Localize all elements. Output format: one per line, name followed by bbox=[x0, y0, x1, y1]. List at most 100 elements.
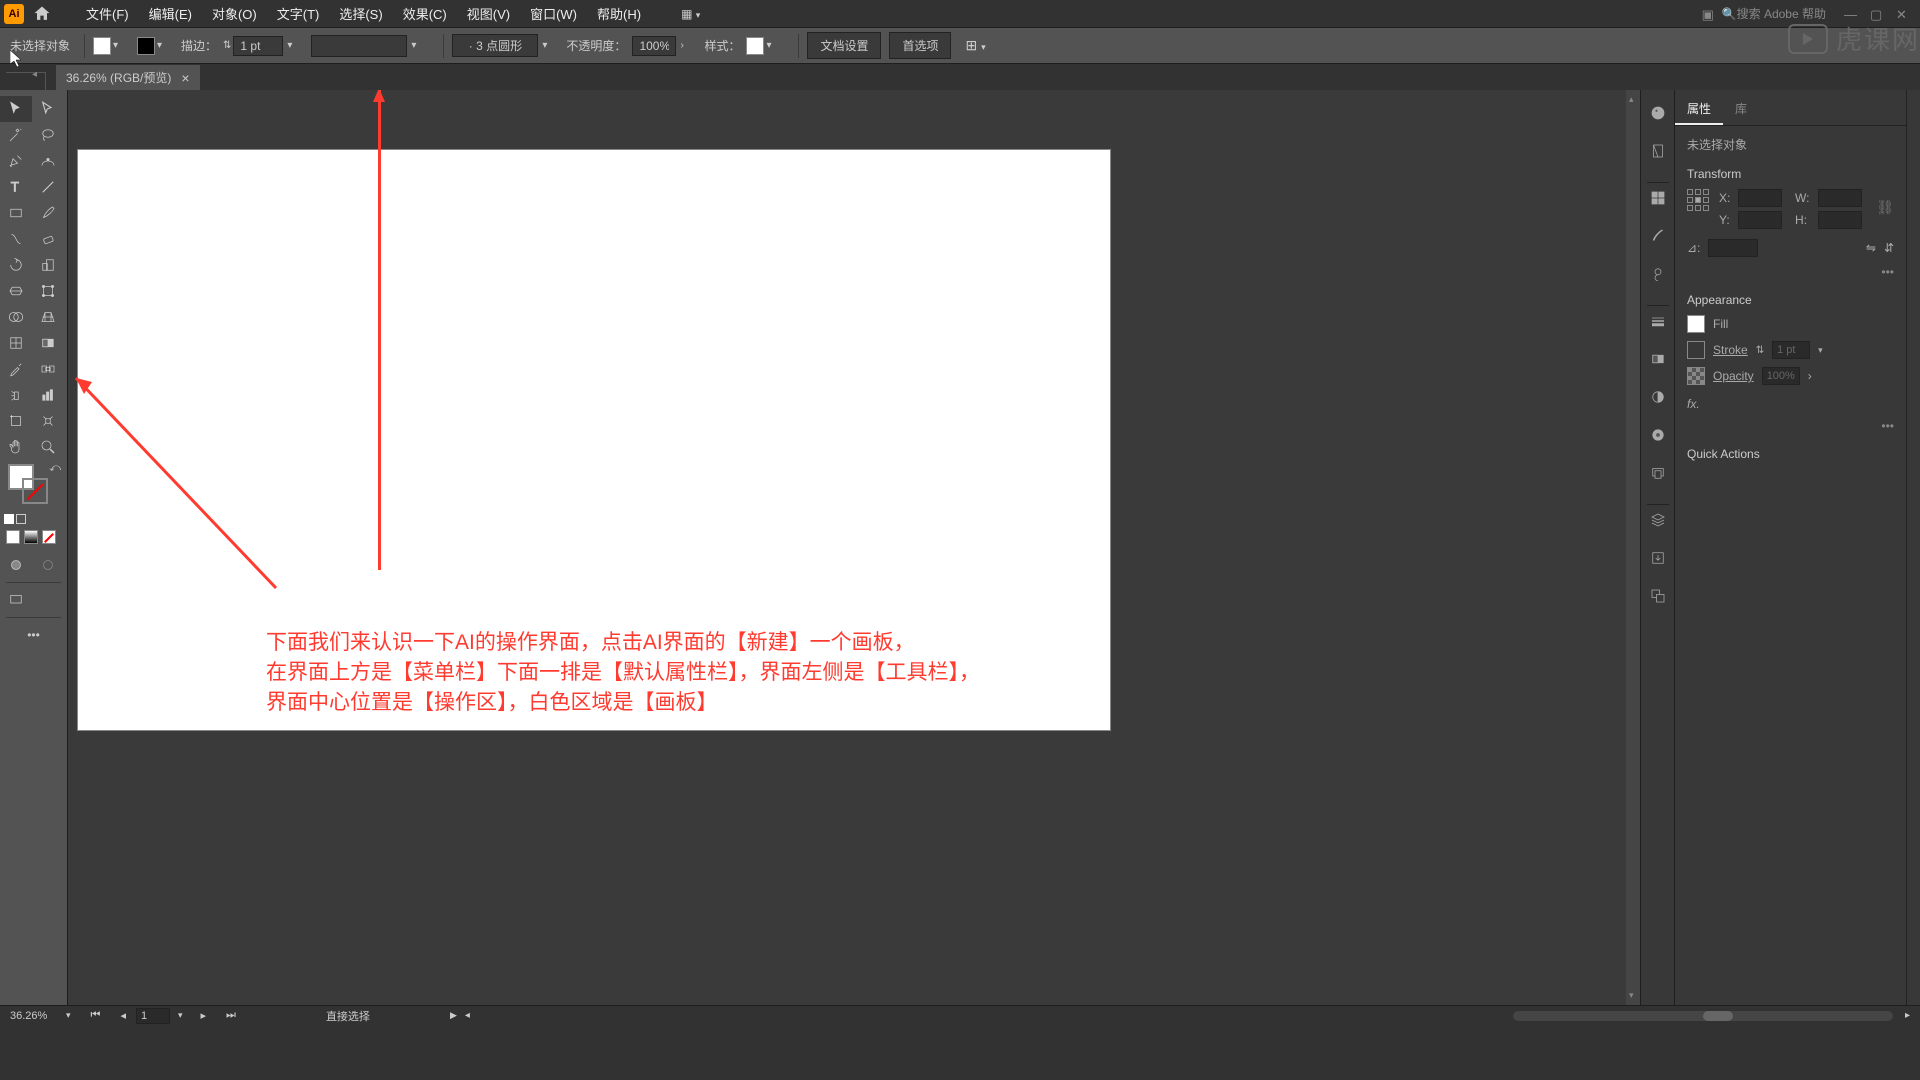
canvas-area[interactable]: 下面我们来认识一下AI的操作界面，点击AI界面的【新建】一个画板， 在界面上方是… bbox=[68, 90, 1640, 1005]
eyedropper-tool[interactable] bbox=[0, 356, 32, 382]
fill-swatch[interactable] bbox=[93, 37, 111, 55]
menu-file[interactable]: 文件(F) bbox=[76, 0, 139, 27]
color-guide-icon[interactable] bbox=[1647, 140, 1669, 162]
minimize-icon[interactable]: — bbox=[1844, 7, 1858, 21]
constrain-proportions-icon[interactable]: ⛓ bbox=[1876, 199, 1894, 216]
mesh-tool[interactable] bbox=[0, 330, 32, 356]
prefs-button[interactable]: 首选项 bbox=[889, 32, 951, 59]
stroke-dropdown-icon[interactable]: ▾ bbox=[157, 40, 171, 51]
menu-effect[interactable]: 效果(C) bbox=[393, 0, 457, 27]
layers-panel-icon[interactable] bbox=[1647, 509, 1669, 531]
curvature-tool[interactable] bbox=[32, 148, 64, 174]
gradient-tool[interactable] bbox=[32, 330, 64, 356]
reference-point-grid[interactable] bbox=[1687, 189, 1709, 211]
symbols-panel-icon[interactable] bbox=[1647, 263, 1669, 285]
appearance-more-icon[interactable]: ••• bbox=[1687, 419, 1894, 433]
stroke-profile-dropdown[interactable] bbox=[311, 35, 407, 57]
menu-edit[interactable]: 编辑(E) bbox=[139, 0, 202, 27]
rotate-tool[interactable] bbox=[0, 252, 32, 278]
screen-mode-icon[interactable] bbox=[0, 587, 32, 613]
flip-horizontal-icon[interactable]: ⇋ bbox=[1866, 241, 1876, 255]
background-swatch[interactable] bbox=[22, 478, 48, 504]
menu-view[interactable]: 视图(V) bbox=[457, 0, 520, 27]
transform-y-input[interactable] bbox=[1738, 211, 1782, 229]
swatches-panel-icon[interactable] bbox=[1647, 187, 1669, 209]
appearance-opacity-input[interactable] bbox=[1762, 367, 1800, 385]
menu-help[interactable]: 帮助(H) bbox=[587, 0, 651, 27]
vertical-scrollbar[interactable]: ▴ ▾ bbox=[1626, 90, 1640, 1005]
brushes-panel-icon[interactable] bbox=[1647, 225, 1669, 247]
perspective-grid-tool[interactable] bbox=[32, 304, 64, 330]
status-play-icon[interactable]: ▶ bbox=[450, 1010, 457, 1021]
paintbrush-tool[interactable] bbox=[32, 200, 64, 226]
direct-selection-tool[interactable] bbox=[32, 96, 64, 122]
doc-setup-button[interactable]: 文档设置 bbox=[807, 32, 881, 59]
artboard-number-input[interactable] bbox=[136, 1008, 170, 1024]
type-tool[interactable]: T bbox=[0, 174, 32, 200]
horizontal-scrollbar[interactable] bbox=[1513, 1011, 1893, 1021]
transparency-panel-icon[interactable] bbox=[1647, 386, 1669, 408]
opacity-dropdown-icon[interactable]: › bbox=[680, 40, 694, 51]
shaper-tool[interactable] bbox=[0, 226, 32, 252]
arrange-docs-icon[interactable]: ▦ ▾ bbox=[681, 7, 700, 21]
first-artboard-icon[interactable]: ⏮ bbox=[91, 1009, 101, 1022]
free-transform-tool[interactable] bbox=[32, 278, 64, 304]
symbol-sprayer-tool[interactable] bbox=[0, 382, 32, 408]
graphic-styles-panel-icon[interactable] bbox=[1647, 462, 1669, 484]
hand-tool[interactable] bbox=[0, 434, 32, 460]
transform-h-input[interactable] bbox=[1818, 211, 1862, 229]
lasso-tool[interactable] bbox=[32, 122, 64, 148]
stroke-stepper-icon[interactable]: ⇅ bbox=[223, 40, 231, 51]
align-controls-icon[interactable]: ⊞ ▾ bbox=[965, 37, 985, 54]
pen-tool[interactable] bbox=[0, 148, 32, 174]
opacity-input[interactable] bbox=[632, 36, 676, 56]
edit-toolbar-icon[interactable]: ••• bbox=[0, 622, 67, 648]
stroke-panel-icon[interactable] bbox=[1647, 310, 1669, 332]
magic-wand-tool[interactable] bbox=[0, 122, 32, 148]
stroke-weight-input[interactable] bbox=[233, 36, 283, 56]
appearance-panel-icon[interactable] bbox=[1647, 424, 1669, 446]
fill-dropdown-icon[interactable]: ▾ bbox=[113, 40, 127, 51]
next-artboard-icon[interactable]: ▸ bbox=[201, 1009, 207, 1022]
fx-label[interactable]: fx. bbox=[1687, 397, 1894, 411]
width-tool[interactable] bbox=[0, 278, 32, 304]
transform-w-input[interactable] bbox=[1818, 189, 1862, 207]
flip-vertical-icon[interactable]: ⇵ bbox=[1884, 241, 1894, 255]
line-tool[interactable] bbox=[32, 174, 64, 200]
graph-tool[interactable] bbox=[32, 382, 64, 408]
brush-definition[interactable]: · 3 点圆形 bbox=[452, 34, 538, 57]
menu-type[interactable]: 文字(T) bbox=[267, 0, 330, 27]
shape-builder-tool[interactable] bbox=[0, 304, 32, 330]
blend-tool[interactable] bbox=[32, 356, 64, 382]
artboards-panel-icon[interactable] bbox=[1647, 585, 1669, 607]
color-tools[interactable]: ⤺ bbox=[0, 460, 67, 512]
style-swatch[interactable] bbox=[746, 37, 764, 55]
last-artboard-icon[interactable]: ⏭ bbox=[226, 1009, 236, 1022]
zoom-tool[interactable] bbox=[32, 434, 64, 460]
scale-tool[interactable] bbox=[32, 252, 64, 278]
mini-stroke-icon[interactable] bbox=[16, 514, 26, 524]
prev-artboard-icon[interactable]: ◂ bbox=[120, 1009, 126, 1022]
transform-more-icon[interactable]: ••• bbox=[1687, 265, 1894, 279]
color-mode-icon[interactable] bbox=[6, 530, 20, 544]
tab-properties[interactable]: 属性 bbox=[1675, 94, 1723, 125]
mini-fill-icon[interactable] bbox=[4, 514, 14, 524]
color-panel-icon[interactable] bbox=[1647, 102, 1669, 124]
zoom-level[interactable]: 36.26% bbox=[10, 1010, 66, 1022]
slice-tool[interactable] bbox=[32, 408, 64, 434]
gradient-panel-icon[interactable] bbox=[1647, 348, 1669, 370]
close-icon[interactable]: ✕ bbox=[1896, 7, 1910, 21]
artboard-tool[interactable] bbox=[0, 408, 32, 434]
tab-libraries[interactable]: 库 bbox=[1723, 94, 1759, 125]
draw-behind-icon[interactable] bbox=[32, 552, 64, 578]
asset-export-panel-icon[interactable] bbox=[1647, 547, 1669, 569]
maximize-icon[interactable]: ▢ bbox=[1870, 7, 1884, 21]
none-mode-icon[interactable] bbox=[42, 530, 56, 544]
appearance-fill-swatch[interactable] bbox=[1687, 315, 1705, 333]
appearance-stroke-swatch[interactable] bbox=[1687, 341, 1705, 359]
selection-tool[interactable] bbox=[0, 96, 32, 122]
gradient-mode-icon[interactable] bbox=[24, 530, 38, 544]
stroke-swatch[interactable] bbox=[137, 37, 155, 55]
stroke-weight-dropdown-icon[interactable]: ▾ bbox=[287, 40, 301, 51]
stroke-stepper-icon[interactable]: ⇅ bbox=[1756, 345, 1764, 356]
